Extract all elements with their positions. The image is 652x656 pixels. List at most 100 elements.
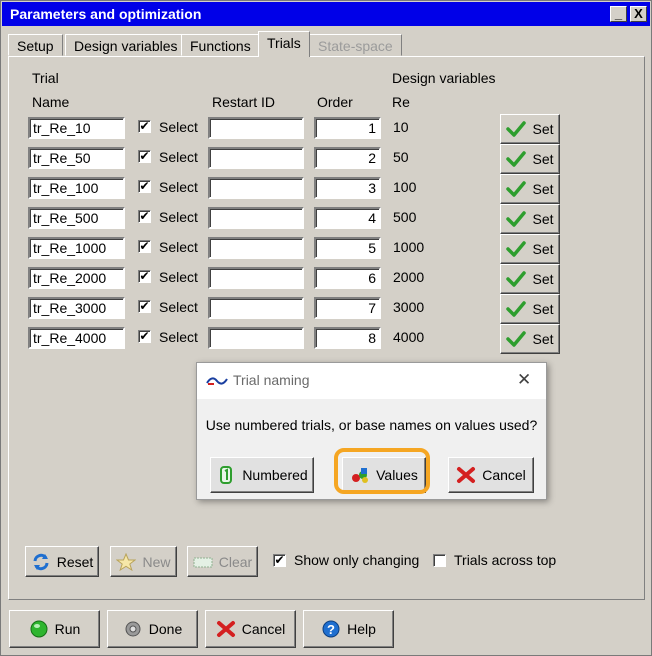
restart-id-field[interactable] bbox=[208, 297, 304, 319]
set-button[interactable]: Set bbox=[500, 264, 560, 294]
values-highlight-ring bbox=[334, 448, 430, 494]
restart-id-field[interactable] bbox=[208, 237, 304, 259]
re-value: 10 bbox=[393, 119, 409, 135]
run-button[interactable]: Run bbox=[9, 610, 100, 648]
red-x-icon bbox=[216, 620, 236, 638]
run-label: Run bbox=[54, 621, 81, 637]
select-checkbox[interactable]: ✔ bbox=[138, 150, 151, 163]
header-name: Name bbox=[32, 94, 70, 110]
restart-id-field[interactable] bbox=[208, 117, 304, 139]
done-button[interactable]: Done bbox=[107, 610, 198, 648]
clear-label: Clear bbox=[218, 553, 253, 570]
minimize-button[interactable]: _ bbox=[610, 6, 627, 22]
order-field[interactable]: 5 bbox=[314, 237, 381, 259]
re-value: 2000 bbox=[393, 269, 425, 285]
set-label: Set bbox=[532, 121, 554, 137]
footer-cancel-label: Cancel bbox=[241, 621, 286, 637]
green-checkmark-icon bbox=[506, 300, 527, 318]
tab-state-space: State-space bbox=[309, 34, 402, 56]
select-label: Select bbox=[159, 299, 198, 315]
clear-icon bbox=[193, 553, 213, 571]
svg-text:?: ? bbox=[327, 622, 335, 637]
green-checkmark-icon bbox=[506, 120, 527, 138]
reset-button[interactable]: Reset bbox=[25, 546, 99, 577]
minimize-glyph: _ bbox=[614, 6, 623, 21]
refresh-arrows-icon bbox=[31, 553, 51, 571]
set-label: Set bbox=[532, 241, 554, 257]
order-field[interactable]: 6 bbox=[314, 267, 381, 289]
set-button[interactable]: Set bbox=[500, 294, 560, 324]
set-label: Set bbox=[532, 181, 554, 197]
dialog-title-bar: Trial naming ✕ bbox=[197, 363, 546, 399]
trial-name-field[interactable]: tr_Re_50 bbox=[28, 147, 125, 169]
re-value: 3000 bbox=[393, 299, 425, 315]
clear-button: Clear bbox=[187, 546, 258, 577]
order-field[interactable]: 4 bbox=[314, 207, 381, 229]
select-label: Select bbox=[159, 239, 198, 255]
trial-name-field[interactable]: tr_Re_100 bbox=[28, 177, 125, 199]
order-field[interactable]: 8 bbox=[314, 327, 381, 349]
order-field[interactable]: 1 bbox=[314, 117, 381, 139]
set-label: Set bbox=[532, 271, 554, 287]
show-only-changing-checkbox[interactable]: ✔ bbox=[273, 554, 286, 567]
re-value: 1000 bbox=[393, 239, 425, 255]
set-button[interactable]: Set bbox=[500, 174, 560, 204]
order-field[interactable]: 2 bbox=[314, 147, 381, 169]
select-checkbox[interactable]: ✔ bbox=[138, 300, 151, 313]
green-checkmark-icon bbox=[506, 150, 527, 168]
title-bar: Parameters and optimization _ X bbox=[2, 2, 650, 26]
header-design-variables: Design variables bbox=[392, 70, 496, 86]
header-restart-id: Restart ID bbox=[212, 94, 276, 110]
green-ball-icon bbox=[29, 620, 49, 638]
dialog-close-icon[interactable]: ✕ bbox=[517, 370, 531, 390]
gear-ball-icon bbox=[123, 620, 143, 638]
set-label: Set bbox=[532, 331, 554, 347]
tab-functions[interactable]: Functions bbox=[181, 34, 260, 56]
set-button[interactable]: Set bbox=[500, 234, 560, 264]
header-order: Order bbox=[317, 94, 353, 110]
trial-name-field[interactable]: tr_Re_1000 bbox=[28, 237, 125, 259]
trial-name-field[interactable]: tr_Re_500 bbox=[28, 207, 125, 229]
dialog-cancel-button[interactable]: Cancel bbox=[448, 457, 534, 493]
select-checkbox[interactable]: ✔ bbox=[138, 240, 151, 253]
restart-id-field[interactable] bbox=[208, 207, 304, 229]
select-checkbox[interactable]: ✔ bbox=[138, 270, 151, 283]
dialog-title: Trial naming bbox=[233, 372, 310, 388]
order-field[interactable]: 3 bbox=[314, 177, 381, 199]
select-checkbox[interactable]: ✔ bbox=[138, 210, 151, 223]
trial-name-field[interactable]: tr_Re_10 bbox=[28, 117, 125, 139]
set-button[interactable]: Set bbox=[500, 324, 560, 354]
tab-setup[interactable]: Setup bbox=[8, 34, 63, 56]
restart-id-field[interactable] bbox=[208, 267, 304, 289]
help-button[interactable]: ? Help bbox=[303, 610, 394, 648]
tab-trials[interactable]: Trials bbox=[258, 31, 310, 57]
re-value: 500 bbox=[393, 209, 417, 225]
restart-id-field[interactable] bbox=[208, 147, 304, 169]
red-x-icon bbox=[456, 466, 476, 484]
close-button[interactable]: X bbox=[630, 6, 647, 22]
re-value: 4000 bbox=[393, 329, 425, 345]
select-checkbox[interactable]: ✔ bbox=[138, 120, 151, 133]
set-button[interactable]: Set bbox=[500, 204, 560, 234]
dialog-message: Use numbered trials, or base names on va… bbox=[205, 417, 538, 433]
restart-id-field[interactable] bbox=[208, 327, 304, 349]
restart-id-field[interactable] bbox=[208, 177, 304, 199]
header-re: Re bbox=[392, 94, 410, 110]
order-field[interactable]: 7 bbox=[314, 297, 381, 319]
trial-name-field[interactable]: tr_Re_3000 bbox=[28, 297, 125, 319]
set-button[interactable]: Set bbox=[500, 144, 560, 174]
tab-design-variables[interactable]: Design variables bbox=[65, 34, 187, 56]
numbered-button[interactable]: Numbered bbox=[210, 457, 314, 493]
select-checkbox[interactable]: ✔ bbox=[138, 180, 151, 193]
select-label: Select bbox=[159, 269, 198, 285]
trial-name-field[interactable]: tr_Re_2000 bbox=[28, 267, 125, 289]
select-label: Select bbox=[159, 149, 198, 165]
footer-cancel-button[interactable]: Cancel bbox=[205, 610, 296, 648]
trials-across-top-checkbox[interactable] bbox=[433, 554, 446, 567]
trial-name-field[interactable]: tr_Re_4000 bbox=[28, 327, 125, 349]
trials-across-top-label: Trials across top bbox=[454, 552, 557, 568]
green-checkmark-icon bbox=[506, 330, 527, 348]
select-checkbox[interactable]: ✔ bbox=[138, 330, 151, 343]
set-label: Set bbox=[532, 211, 554, 227]
set-button[interactable]: Set bbox=[500, 114, 560, 144]
